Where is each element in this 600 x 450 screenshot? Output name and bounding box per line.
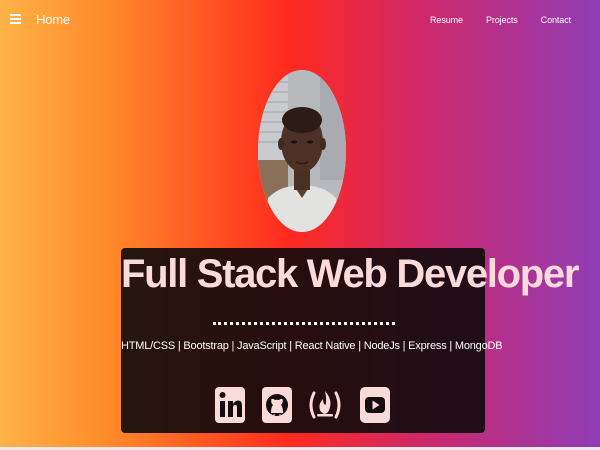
social-links: [121, 383, 485, 429]
youtube-icon[interactable]: [356, 383, 394, 427]
nav-link-projects[interactable]: Projects: [486, 15, 518, 25]
skills-list: HTML/CSS | Bootstrap | JavaScript | Reac…: [121, 340, 503, 352]
nav-link-resume[interactable]: Resume: [430, 15, 463, 25]
nav-link-contact[interactable]: Contact: [541, 15, 571, 25]
home-link[interactable]: Home: [36, 12, 70, 27]
navbar: Home Resume Projects Contact: [0, 0, 600, 40]
profile-photo: [258, 70, 346, 232]
linkedin-icon[interactable]: [211, 383, 249, 427]
github-icon[interactable]: [258, 383, 296, 427]
freecodecamp-icon[interactable]: [306, 383, 344, 427]
hero-panel: Full Stack Web Developer HTML/CSS | Boot…: [121, 248, 579, 433]
dotted-divider: [213, 322, 395, 325]
nav-links: Resume Projects Contact: [407, 15, 571, 25]
hamburger-menu-icon[interactable]: [10, 14, 21, 24]
hero-title: Full Stack Web Developer: [121, 252, 579, 296]
